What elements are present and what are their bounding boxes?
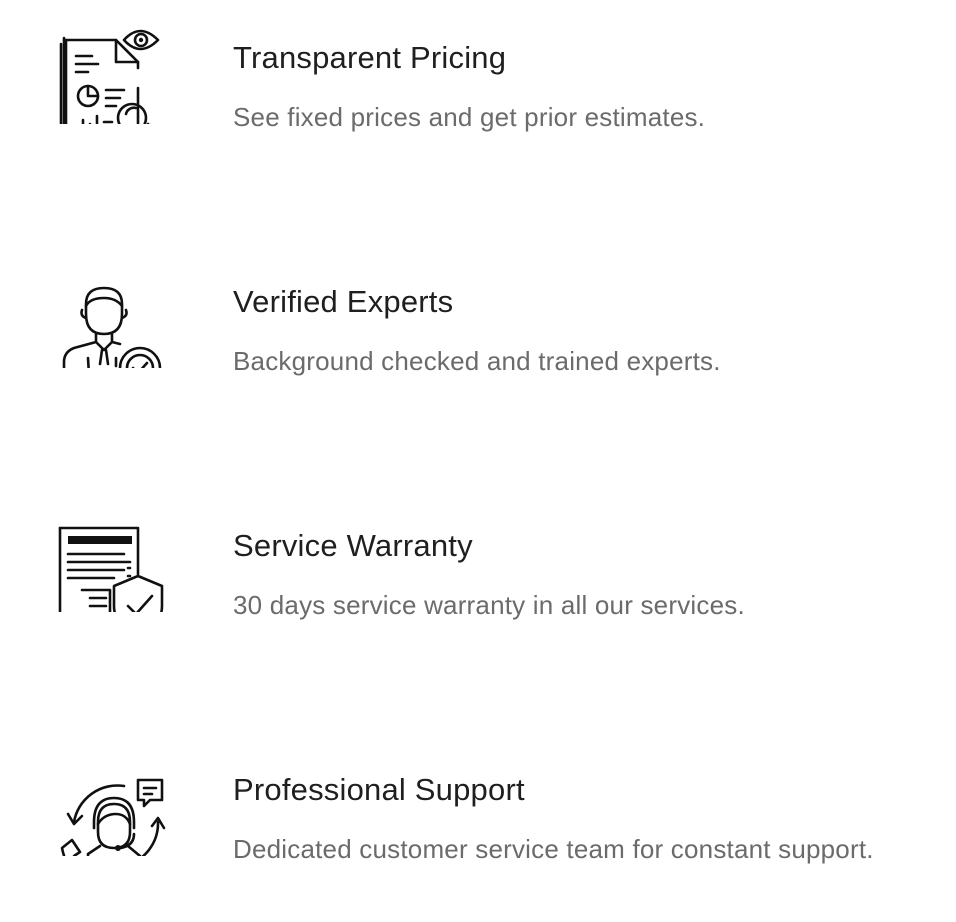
feature-title: Transparent Pricing xyxy=(233,40,507,75)
feature-title: Professional Support xyxy=(233,772,525,807)
feature-professional-support: Professional Support Dedicated customer … xyxy=(0,742,956,882)
feature-title: Service Warranty xyxy=(233,528,473,563)
feature-service-warranty: Service Warranty 30 days service warrant… xyxy=(0,498,956,638)
warranty-document-shield-icon xyxy=(54,498,168,612)
feature-description: Dedicated customer service team for cons… xyxy=(233,834,874,864)
feature-description: See fixed prices and get prior estimates… xyxy=(233,102,706,132)
document-analysis-icon xyxy=(54,10,168,124)
customer-support-agent-icon xyxy=(54,742,168,856)
feature-title: Verified Experts xyxy=(233,284,454,319)
feature-description: 30 days service warranty in all our serv… xyxy=(233,590,745,620)
feature-transparent-pricing: Transparent Pricing See fixed prices and… xyxy=(0,10,956,150)
feature-description: Background checked and trained experts. xyxy=(233,346,721,376)
verified-expert-icon xyxy=(54,254,168,368)
feature-verified-experts: Verified Experts Background checked and … xyxy=(0,254,956,394)
